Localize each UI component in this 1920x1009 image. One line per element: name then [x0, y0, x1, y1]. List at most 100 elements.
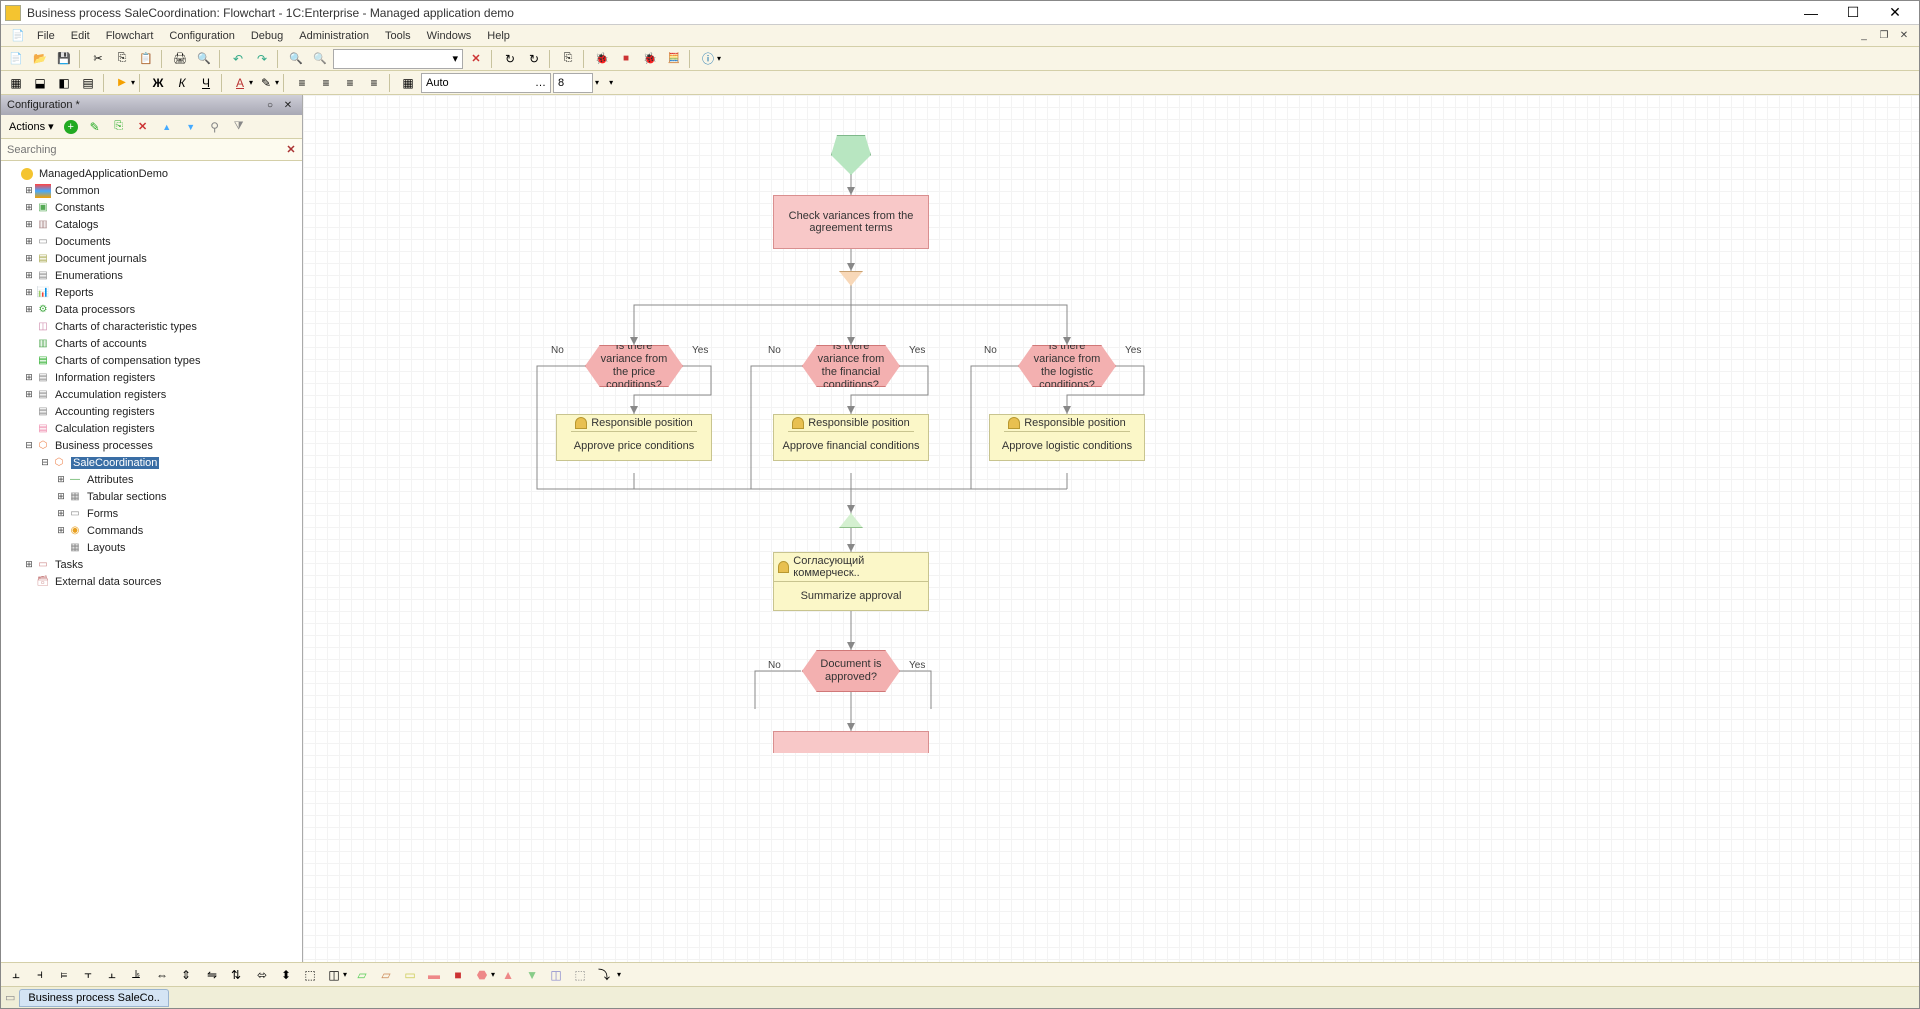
start-node[interactable] — [831, 135, 871, 175]
tree-journals[interactable]: ⊞▤Document journals — [1, 250, 302, 267]
run-icon[interactable] — [111, 72, 133, 94]
find-icon[interactable] — [193, 48, 215, 70]
open-icon[interactable] — [29, 48, 51, 70]
font-color-icon[interactable]: А — [229, 72, 251, 94]
tree-processors[interactable]: ⊞⚙Data processors — [1, 301, 302, 318]
activity-approve-financial[interactable]: Responsible position Approve financial c… — [773, 414, 929, 461]
flip-v-icon[interactable]: ⇅ — [225, 964, 247, 986]
panel-close-icon[interactable]: ✕ — [280, 97, 296, 113]
align-left-icon[interactable]: ≡ — [291, 72, 313, 94]
lane-element-icon[interactable]: ⬚ — [569, 964, 591, 986]
align-justify-icon[interactable]: ≡ — [363, 72, 385, 94]
distribute-v-icon[interactable]: ⇕ — [175, 964, 197, 986]
process-check-variances[interactable]: Check variances from the agreement terms — [773, 195, 929, 249]
tree-documents[interactable]: ⊞▭Documents — [1, 233, 302, 250]
actions-button[interactable]: Actions ▾ — [5, 118, 58, 135]
tree-constants[interactable]: ⊞▣Constants — [1, 199, 302, 216]
help-icon[interactable] — [697, 48, 719, 70]
delete-icon[interactable] — [132, 116, 154, 138]
align-right-icon[interactable]: ≡ — [339, 72, 361, 94]
tree-charts-char[interactable]: ◫Charts of characteristic types — [1, 318, 302, 335]
highlight-icon[interactable]: ✎ — [255, 72, 277, 94]
split-element-icon[interactable]: ▲ — [497, 964, 519, 986]
process-element-icon[interactable]: ▬ — [423, 964, 445, 986]
distribute-h-icon[interactable]: ⇔ — [151, 964, 173, 986]
same-size-icon[interactable]: ⬚ — [299, 964, 321, 986]
activity-element-icon[interactable]: ▭ — [399, 964, 421, 986]
debug-stop-icon[interactable] — [615, 48, 637, 70]
menu-edit[interactable]: Edit — [63, 28, 98, 44]
decision-logistic[interactable]: Is there variance from the logistic cond… — [1018, 345, 1116, 387]
align-bottom-icon[interactable]: ⫡ — [125, 964, 147, 986]
tree-bp[interactable]: ⊟⬡Business processes — [1, 437, 302, 454]
connector-element-icon[interactable]: ⤵ — [593, 964, 615, 986]
config-icon[interactable] — [557, 48, 579, 70]
menu-tools[interactable]: Tools — [377, 28, 419, 44]
activity-approve-logistic[interactable]: Responsible position Approve logistic co… — [989, 414, 1145, 461]
tree-attributes[interactable]: ⊞—Attributes — [1, 471, 302, 488]
join-node[interactable] — [839, 513, 863, 528]
clone-icon[interactable] — [108, 116, 130, 138]
tree-enumerations[interactable]: ⊞▤Enumerations — [1, 267, 302, 284]
tree-common[interactable]: ⊞Common — [1, 182, 302, 199]
decision-approved[interactable]: Document is approved? — [802, 650, 900, 692]
zoom-in-icon[interactable] — [285, 48, 307, 70]
paste-icon[interactable] — [135, 48, 157, 70]
add-icon[interactable] — [60, 116, 82, 138]
document-tab[interactable]: Business process SaleCo.. — [19, 989, 168, 1007]
align-middle-icon[interactable]: ⫠ — [101, 964, 123, 986]
mdi-close-icon[interactable]: ✕ — [1895, 27, 1913, 45]
tree-salecoordination[interactable]: ⊟⬡SaleCoordination — [1, 454, 302, 471]
flip-h-icon[interactable]: ⇋ — [201, 964, 223, 986]
debug-start-icon[interactable] — [591, 48, 613, 70]
stop-element-icon[interactable]: ■ — [447, 964, 469, 986]
hsplit-icon[interactable]: ⬓ — [29, 72, 51, 94]
tree-layouts[interactable]: ▦Layouts — [1, 539, 302, 556]
underline-icon[interactable]: Ч — [195, 72, 217, 94]
filter-icon[interactable] — [228, 116, 250, 138]
minimize-button[interactable]: — — [1791, 2, 1831, 24]
redo-icon[interactable] — [251, 48, 273, 70]
mdi-restore-icon[interactable]: ❐ — [1875, 27, 1893, 45]
save-icon[interactable] — [53, 48, 75, 70]
join-element-icon[interactable]: ▼ — [521, 964, 543, 986]
flowchart-canvas[interactable]: Check variances from the agreement terms… — [303, 95, 1919, 962]
activity-summarize[interactable]: Согласующий коммерческ.. Summarize appro… — [773, 552, 929, 611]
italic-icon[interactable]: К — [171, 72, 193, 94]
same-height-icon[interactable]: ⬍ — [275, 964, 297, 986]
tree-calc-reg[interactable]: ▤Calculation registers — [1, 420, 302, 437]
menu-file[interactable]: File — [29, 28, 63, 44]
print-icon[interactable] — [169, 48, 191, 70]
clear-search-icon[interactable]: ✕ — [282, 141, 300, 159]
search-input[interactable] — [3, 142, 282, 158]
cut-icon[interactable] — [87, 48, 109, 70]
copy-icon[interactable] — [111, 48, 133, 70]
tree-charts-comp[interactable]: ▤Charts of compensation types — [1, 352, 302, 369]
tree-catalogs[interactable]: ⊞▥Catalogs — [1, 216, 302, 233]
insert-icon[interactable]: ▦ — [397, 72, 419, 94]
maximize-button[interactable]: ☐ — [1833, 2, 1873, 24]
undo-icon[interactable] — [227, 48, 249, 70]
tree-acct-reg[interactable]: ▤Accounting registers — [1, 403, 302, 420]
calc-icon[interactable] — [663, 48, 685, 70]
subprocess-element-icon[interactable]: ◫ — [545, 964, 567, 986]
tree-ext-data[interactable]: 🗃External data sources — [1, 573, 302, 590]
activity-approve-price[interactable]: Responsible position Approve price condi… — [556, 414, 712, 461]
align-left-icon[interactable]: ⫠ — [5, 964, 27, 986]
menu-help[interactable]: Help — [479, 28, 518, 44]
tree-accum-reg[interactable]: ⊞▤Accumulation registers — [1, 386, 302, 403]
properties-icon[interactable] — [204, 116, 226, 138]
same-width-icon[interactable]: ⬄ — [251, 964, 273, 986]
pin-icon[interactable]: ○ — [262, 97, 278, 113]
tree-tabular[interactable]: ⊞▦Tabular sections — [1, 488, 302, 505]
tree-charts-acct[interactable]: ▥Charts of accounts — [1, 335, 302, 352]
clear-zoom-icon[interactable] — [465, 48, 487, 70]
menu-configuration[interactable]: Configuration — [161, 28, 242, 44]
align-right-icon[interactable]: ⫢ — [53, 964, 75, 986]
move-down-icon[interactable] — [180, 116, 202, 138]
align-top-icon[interactable]: ⫟ — [77, 964, 99, 986]
end-element-icon[interactable]: ▱ — [375, 964, 397, 986]
group-icon[interactable]: ◫ — [323, 964, 345, 986]
debug-breakpoint-icon[interactable] — [639, 48, 661, 70]
start-element-icon[interactable]: ▱ — [351, 964, 373, 986]
